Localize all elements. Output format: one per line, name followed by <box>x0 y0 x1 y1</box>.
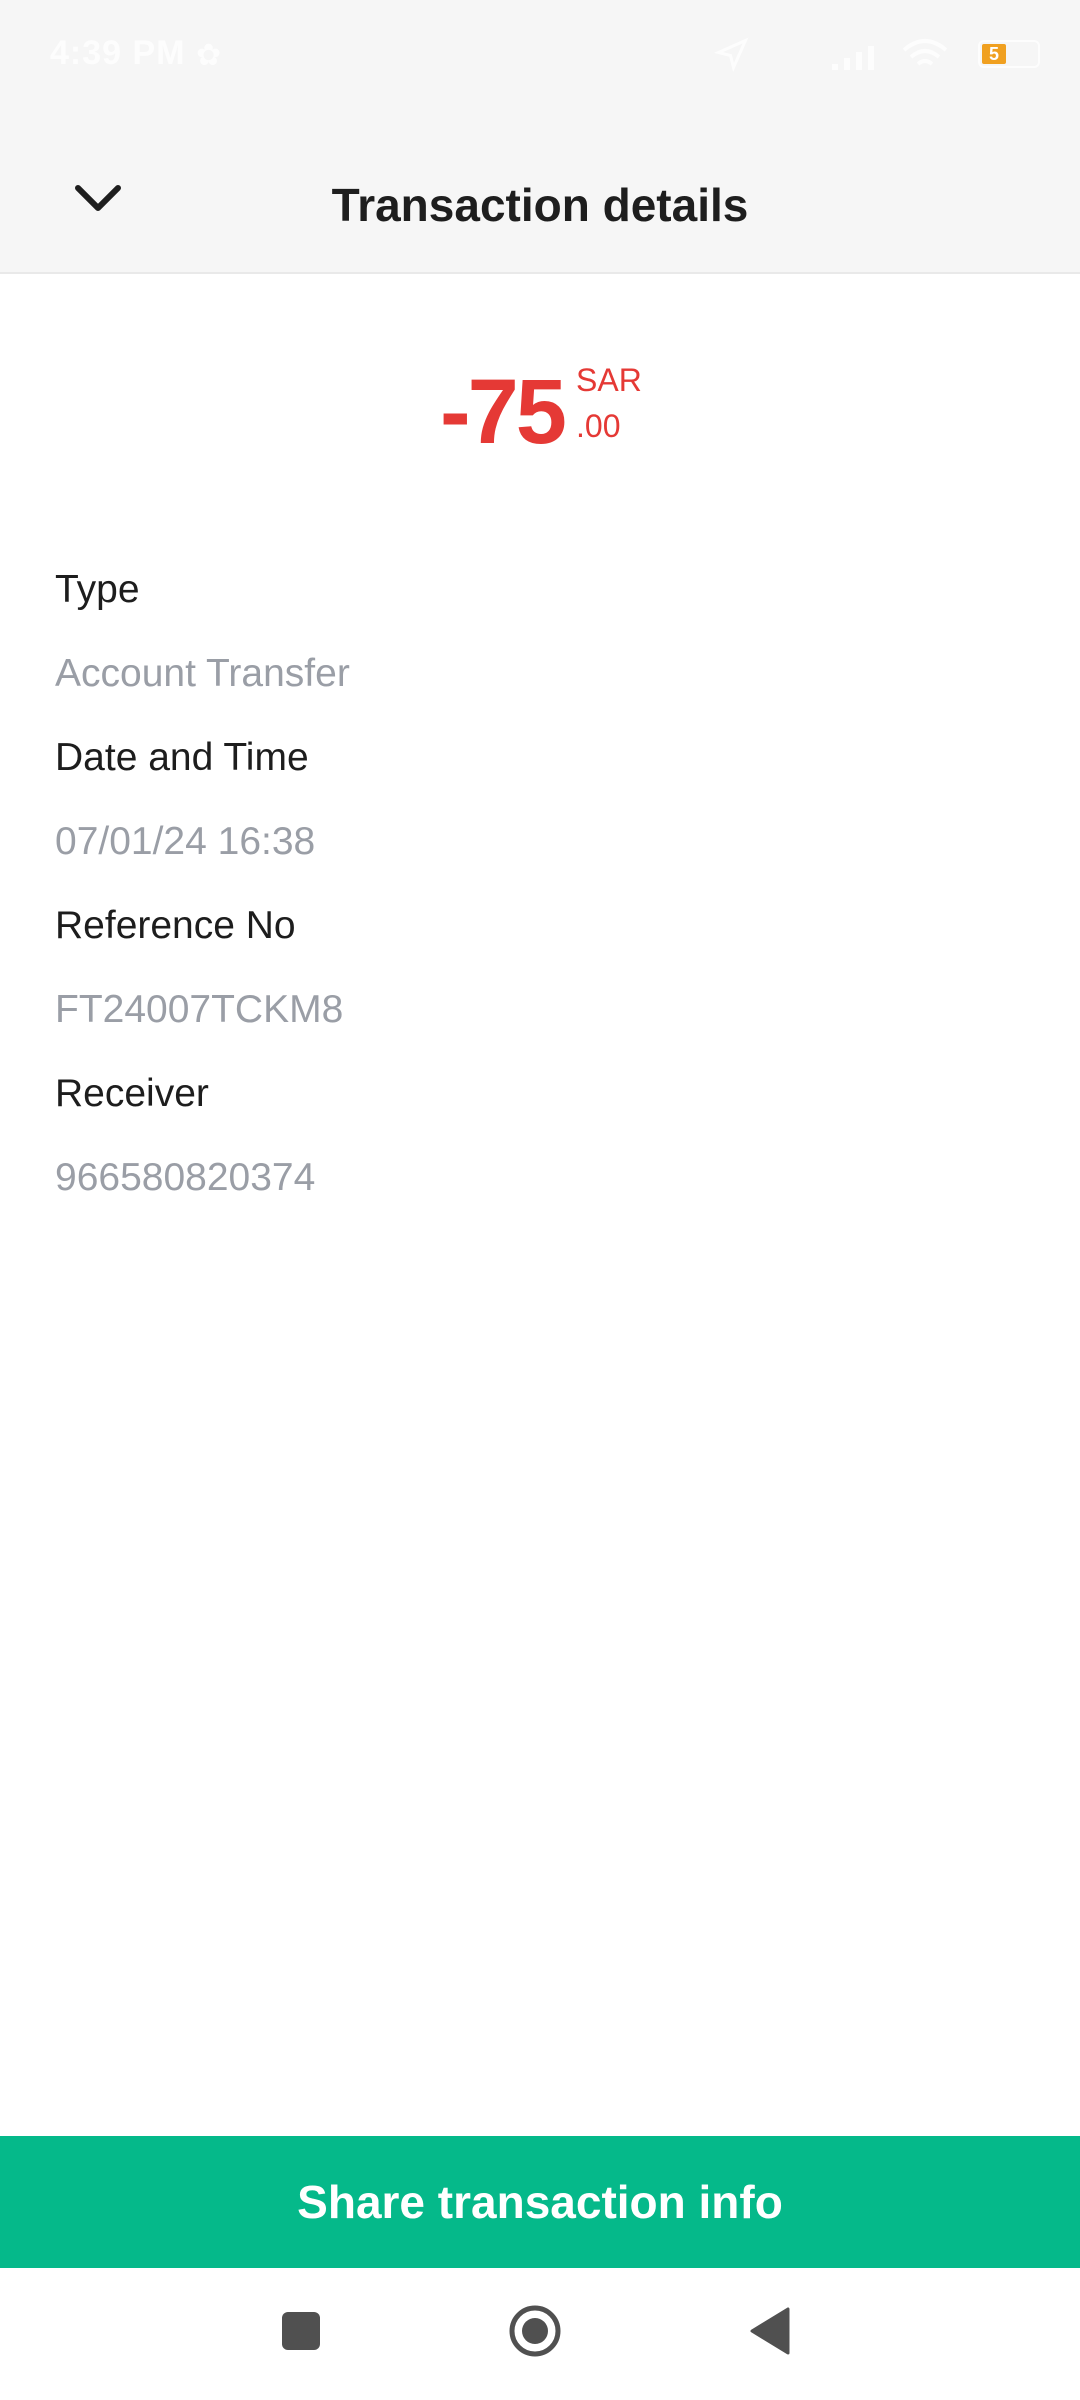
status-bar: 4:39 PM ✿ 5 <box>0 0 1080 110</box>
amount-value: -75 <box>440 361 567 463</box>
back-icon[interactable] <box>748 2306 792 2356</box>
detail-label-receiver: Receiver <box>55 1072 209 1115</box>
detail-value-receiver: 966580820374 <box>55 1156 316 1199</box>
detail-value-reference: FT24007TCKM8 <box>55 988 344 1031</box>
detail-label-date: Date and Time <box>55 736 309 779</box>
detail-value-type: Account Transfer <box>55 652 350 695</box>
recent-apps-icon[interactable] <box>282 2312 320 2350</box>
transaction-amount: -75 SAR .00 <box>0 360 1080 463</box>
detail-label-reference: Reference No <box>55 904 296 947</box>
status-time: 4:39 PM <box>50 34 186 72</box>
transaction-details-list: Type Account Transfer Date and Time 07/0… <box>55 560 1035 1232</box>
battery-icon: 5 <box>978 40 1040 68</box>
wifi-icon <box>902 39 948 66</box>
amount-decimals: .00 <box>576 408 621 444</box>
page-title: Transaction details <box>331 179 749 231</box>
system-nav-bar <box>0 2268 1080 2400</box>
detail-value-date: 07/01/24 16:38 <box>55 820 316 863</box>
detail-label-type: Type <box>55 568 140 611</box>
location-arrow-icon <box>714 37 749 72</box>
home-icon[interactable] <box>508 2304 562 2358</box>
share-transaction-button[interactable]: Share transaction info <box>0 2136 1080 2268</box>
amount-currency: SAR <box>576 362 642 398</box>
battery-level: 5 <box>982 44 1006 64</box>
app-bar: Transaction details <box>0 110 1080 274</box>
signal-icon <box>832 46 874 70</box>
settings-icon: ✿ <box>196 39 222 72</box>
